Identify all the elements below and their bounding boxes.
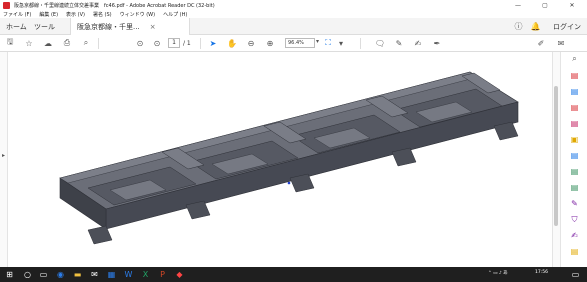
clock[interactable]: 17:56	[535, 270, 548, 275]
toolbar-divider	[360, 38, 361, 49]
help-icon[interactable]: ⓘ	[513, 21, 524, 32]
comment-tool-icon[interactable]: ▣	[568, 134, 581, 145]
tab-document[interactable]: 阪急京都線・千里... ×	[70, 18, 190, 35]
next-page-icon[interactable]: ⊙	[151, 37, 163, 49]
highlight-pen-icon[interactable]: ✎	[393, 37, 405, 49]
maximize-button[interactable]: ▢	[535, 0, 555, 10]
upload-cloud-icon[interactable]: ☁	[42, 37, 54, 49]
task-view-icon[interactable]: ▭	[38, 269, 49, 280]
menu-bar: ファイル (F) 編集 (E) 表示 (V) 署名 (S) ウィンドウ (W) …	[0, 10, 587, 18]
excel-app-icon[interactable]: X	[140, 269, 151, 280]
menu-file[interactable]: ファイル (F)	[3, 11, 31, 18]
chevron-down-icon[interactable]: ▾	[316, 38, 319, 45]
fill-and-sign-icon[interactable]: ✎	[568, 198, 581, 209]
fill-sign-icon[interactable]: ✒	[431, 37, 443, 49]
document-view[interactable]	[0, 52, 552, 267]
pdf-3d-model-drawing	[59, 71, 519, 245]
create-pdf-alt-icon[interactable]: ▤	[568, 102, 581, 113]
send-for-signature-icon[interactable]: ✍	[568, 230, 581, 241]
login-button[interactable]: ログイン	[553, 18, 581, 35]
tab-document-label: 阪急京都線・千里...	[77, 22, 140, 31]
export-pdf-icon[interactable]: ▤	[568, 70, 581, 81]
previous-page-icon[interactable]: ⊙	[134, 37, 146, 49]
toolbar-divider	[98, 38, 99, 49]
menu-sign[interactable]: 署名 (S)	[93, 11, 112, 18]
draw-icon[interactable]: ✍	[412, 37, 424, 49]
store-app-icon[interactable]: ▦	[106, 269, 117, 280]
word-app-icon[interactable]: W	[123, 269, 134, 280]
toolbar-divider	[200, 38, 201, 49]
notification-center-icon[interactable]: ▭	[570, 269, 581, 280]
combine-files-icon[interactable]: ▤	[568, 150, 581, 161]
create-pdf-icon[interactable]: ▤	[568, 86, 581, 97]
left-pane-toggle[interactable]: ▸	[0, 52, 8, 267]
tab-home[interactable]: ホーム	[6, 18, 27, 35]
close-window-button[interactable]: ✕	[562, 0, 582, 10]
acrobat-logo-icon	[3, 1, 10, 9]
save-icon[interactable]: 🖫	[4, 37, 16, 49]
zoom-out-icon[interactable]: ⊖	[245, 37, 257, 49]
window-title: 阪急京都線・千里線連続立体交差事業 fc46.pdf - Adobe Acrob…	[14, 2, 215, 9]
page-total: / 1	[183, 39, 191, 47]
edit-pdf-icon[interactable]: ▤	[568, 118, 581, 129]
taskbar-search-icon[interactable]: ○	[22, 269, 33, 280]
menu-edit[interactable]: 編集 (E)	[39, 11, 58, 18]
title-bar: 阪急京都線・千里線連続立体交差事業 fc46.pdf - Adobe Acrob…	[0, 0, 587, 10]
bookmark-star-icon[interactable]: ☆	[23, 37, 35, 49]
menu-window[interactable]: ウィンドウ (W)	[120, 11, 155, 18]
menu-view[interactable]: 表示 (V)	[66, 11, 85, 18]
hand-tool-icon[interactable]: ✋	[226, 37, 238, 49]
zoom-in-icon[interactable]: ⊕	[264, 37, 276, 49]
zoom-select[interactable]: 96.4%	[285, 38, 315, 48]
mail-app-icon[interactable]: ✉	[89, 269, 100, 280]
tools-pane: ⌕ ▤ ▤ ▤ ▤ ▣ ▤ ▤ ▤ ✎ ⛉ ✍ ▤	[560, 52, 587, 267]
vertical-scrollbar[interactable]	[554, 86, 558, 226]
page-number-input[interactable]: 1	[168, 38, 180, 48]
comment-icon[interactable]: 🗨	[374, 37, 386, 49]
menu-help[interactable]: ヘルプ (H)	[163, 11, 187, 18]
file-explorer-icon[interactable]: ▬	[72, 269, 83, 280]
select-cursor-icon[interactable]: ➤	[207, 37, 219, 49]
close-tab-icon[interactable]: ×	[150, 23, 156, 31]
system-tray-icons[interactable]: ⌃ ▭ ♪ あ	[488, 270, 508, 276]
notifications-icon[interactable]: 🔔	[530, 21, 541, 32]
chevron-right-icon[interactable]: ▸	[2, 152, 5, 159]
edge-browser-icon[interactable]: ◉	[55, 269, 66, 280]
fit-page-icon[interactable]: ⛶	[322, 37, 334, 49]
scroll-mode-icon[interactable]: ▾	[335, 37, 347, 49]
page-navigation: 1 / 1	[168, 38, 191, 48]
powerpoint-app-icon[interactable]: P	[157, 269, 168, 280]
protect-shield-icon[interactable]: ⛉	[568, 214, 581, 225]
more-tools-icon[interactable]: ▤	[568, 246, 581, 257]
minimize-button[interactable]: —	[508, 0, 528, 10]
acrobat-taskbar-icon[interactable]: ◆	[174, 269, 185, 280]
share-icon[interactable]: ✉	[555, 37, 567, 49]
tab-tools[interactable]: ツール	[34, 18, 55, 35]
print-icon[interactable]: ⎙	[61, 37, 73, 49]
toolbar: 🖫 ☆ ☁ ⎙ ⌕ ⊙ ⊙ 1 / 1 ➤ ✋ ⊖ ⊕ 96.4% ▾ ⛶ ▾ …	[0, 35, 587, 52]
search-icon[interactable]: ⌕	[80, 37, 92, 49]
taskbar: ⊞ ○ ▭ ◉ ▬ ✉ ▦ W X P ◆ ⌃ ▭ ♪ あ 17:56 ▭	[0, 267, 587, 282]
tab-bar: ホーム ツール 阪急京都線・千里... × ⓘ 🔔 ログイン	[0, 18, 587, 35]
windows-start-icon[interactable]: ⊞	[4, 269, 15, 280]
sign-icon[interactable]: ✐	[535, 37, 547, 49]
compress-pdf-icon[interactable]: ▤	[568, 182, 581, 193]
zoom-search-icon[interactable]: ⌕	[568, 53, 581, 64]
organize-pages-icon[interactable]: ▤	[568, 166, 581, 177]
